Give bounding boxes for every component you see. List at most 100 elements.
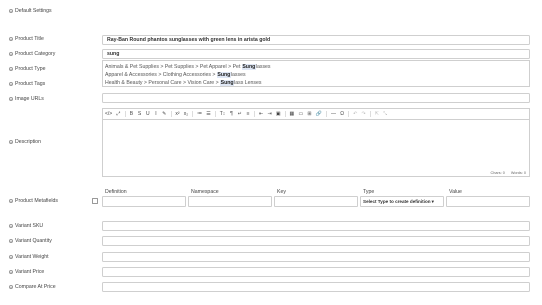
editor-toolbar-button[interactable]: ▭: [298, 111, 303, 117]
question-circle-icon: ?: [9, 270, 13, 275]
question-circle-icon: ?: [9, 9, 13, 14]
question-circle-icon: ?: [9, 37, 13, 42]
toolbar-divider: [348, 111, 349, 117]
compare-at-price-input[interactable]: [102, 282, 530, 292]
editor-toolbar-button[interactable]: S: [138, 111, 142, 117]
editor-toolbar-button[interactable]: U: [146, 111, 150, 117]
question-circle-icon: ?: [9, 140, 13, 145]
metafield-definition-input[interactable]: [102, 196, 186, 207]
metafield-header-key: Key: [277, 189, 286, 195]
editor-toolbar-button[interactable]: Ω: [340, 111, 344, 117]
image-urls-input[interactable]: [102, 93, 530, 103]
chars-count: Chars: 0: [490, 170, 505, 175]
category-suggestion-item[interactable]: Health & Beauty > Personal Care > Vision…: [105, 79, 527, 87]
metafield-type-select[interactable]: Select Type to create definition ▾: [360, 196, 444, 207]
variant-sku-row: ? Variant SKU: [9, 223, 43, 229]
variant-price-input[interactable]: [102, 267, 530, 277]
editor-toolbar-button[interactable]: x²: [175, 111, 179, 117]
product-category-value: sung: [107, 51, 120, 57]
question-circle-icon: ?: [9, 52, 13, 57]
editor-toolbar-button[interactable]: ⇥: [267, 111, 271, 117]
question-circle-icon: ?: [9, 199, 13, 204]
product-type-label: Product Type: [15, 66, 46, 72]
question-circle-icon: ?: [9, 224, 13, 229]
editor-footer: Chars: 0 Words: 0: [491, 171, 526, 175]
variant-weight-row: ? Variant Weight: [9, 254, 49, 260]
editor-toolbar-button[interactable]: ⤡: [383, 111, 387, 117]
question-circle-icon: ?: [9, 82, 13, 87]
variant-sku-label: Variant SKU: [15, 223, 44, 229]
variant-price-row: ? Variant Price: [9, 269, 44, 275]
editor-toolbar-button[interactable]: ≡: [246, 111, 250, 117]
description-row: ? Description: [9, 139, 41, 145]
words-count: Words: 0: [510, 170, 526, 175]
editor-toolbar-button[interactable]: x₂: [184, 111, 188, 117]
editor-toolbar-button[interactable]: ▣: [276, 111, 281, 117]
toolbar-divider: [192, 111, 193, 117]
editor-toolbar-button[interactable]: 🔗: [316, 111, 322, 117]
product-title-row: ? Product Title: [9, 36, 44, 42]
editor-toolbar-button[interactable]: ☰: [206, 111, 210, 117]
product-tags-row: ? Product Tags: [9, 81, 45, 87]
variant-price-label: Variant Price: [15, 269, 45, 275]
editor-toolbar-button[interactable]: ≔: [197, 111, 202, 117]
category-suggestion-item[interactable]: Apparel & Accessories > Clothing Accesso…: [105, 71, 527, 79]
question-circle-icon: ?: [9, 285, 13, 290]
question-circle-icon: ?: [9, 97, 13, 102]
description-editor[interactable]: </> ⤢ B S U I ✎ x² x₂ ≔ ☰ T↕ ¶ ↵ ≡ ⇤ ⇥ ▣ ▦ ▭ ⊞ 🔗 — Ω ↶ ↷ ⇱ ⤡ Chars:…: [102, 108, 530, 177]
question-circle-icon: ?: [9, 255, 13, 260]
editor-toolbar-button[interactable]: ▦: [290, 111, 295, 117]
compare-at-price-label: Compare At Price: [15, 284, 56, 290]
product-category-label: Product Category: [15, 51, 56, 57]
variant-quantity-label: Variant Quantity: [15, 238, 52, 244]
product-title-input[interactable]: Ray-Ban Round phantos sunglasses with gr…: [102, 35, 530, 45]
editor-toolbar-button[interactable]: B: [129, 111, 133, 117]
variant-sku-input[interactable]: [102, 221, 530, 231]
editor-toolbar-button[interactable]: ⊞: [307, 111, 311, 117]
editor-toolbar-button[interactable]: </>: [105, 111, 112, 117]
editor-toolbar-button[interactable]: ↷: [362, 111, 366, 117]
editor-toolbar-button[interactable]: —: [331, 111, 336, 117]
metafield-header-namespace: Namespace: [191, 189, 219, 195]
variant-weight-label: Variant Weight: [15, 254, 49, 260]
product-category-row: ? Product Category: [9, 51, 55, 57]
toolbar-divider: [254, 111, 255, 117]
metafields-checkbox[interactable]: [92, 198, 98, 204]
product-type-row: ? Product Type: [9, 66, 45, 72]
editor-toolbar-button[interactable]: ↵: [238, 111, 242, 117]
compare-at-price-row: ? Compare At Price: [9, 284, 56, 290]
product-metafields-row: ? Product Metafields: [9, 198, 58, 204]
category-suggestion-item[interactable]: Animals & Pet Supplies > Pet Supplies > …: [105, 63, 527, 71]
metafield-header-definition: Definition: [105, 189, 127, 195]
toolbar-divider: [326, 111, 327, 117]
editor-toolbar: </> ⤢ B S U I ✎ x² x₂ ≔ ☰ T↕ ¶ ↵ ≡ ⇤ ⇥ ▣ ▦ ▭ ⊞ 🔗 — Ω ↶ ↷ ⇱ ⤡: [103, 109, 529, 120]
image-urls-row: ? Image URLs: [9, 96, 44, 102]
product-title-label: Product Title: [15, 36, 44, 42]
metafield-namespace-input[interactable]: [188, 196, 272, 207]
editor-toolbar-button[interactable]: ⇱: [375, 111, 379, 117]
toolbar-divider: [214, 111, 216, 117]
variant-quantity-input[interactable]: [102, 236, 530, 246]
toolbar-divider: [124, 111, 126, 117]
metafield-type-placeholder: Select Type to create definition: [363, 199, 431, 204]
editor-toolbar-button[interactable]: I: [154, 111, 158, 117]
variant-weight-input[interactable]: [102, 252, 530, 262]
product-tags-label: Product Tags: [15, 81, 46, 87]
editor-toolbar-button[interactable]: T↕: [220, 111, 226, 117]
editor-toolbar-button[interactable]: ⇤: [259, 111, 263, 117]
default-settings-label: Default Settings: [15, 8, 52, 14]
editor-toolbar-button[interactable]: ⤢: [116, 111, 120, 117]
metafield-key-input[interactable]: [274, 196, 358, 207]
metafield-header-type: Type: [363, 189, 375, 195]
description-label: Description: [15, 139, 41, 145]
editor-toolbar-button[interactable]: ↶: [353, 111, 357, 117]
product-category-input[interactable]: sung: [102, 49, 530, 59]
toolbar-divider: [284, 111, 286, 117]
category-suggestions-dropdown: Animals & Pet Supplies > Pet Supplies > …: [102, 60, 530, 87]
metafield-value-input[interactable]: [446, 196, 530, 207]
product-title-value: Ray-Ban Round phantos sunglasses with gr…: [107, 37, 271, 43]
editor-toolbar-button[interactable]: ¶: [230, 111, 234, 117]
variant-quantity-row: ? Variant Quantity: [9, 238, 52, 244]
question-circle-icon: ?: [9, 67, 13, 72]
editor-toolbar-button[interactable]: ✎: [162, 111, 166, 117]
